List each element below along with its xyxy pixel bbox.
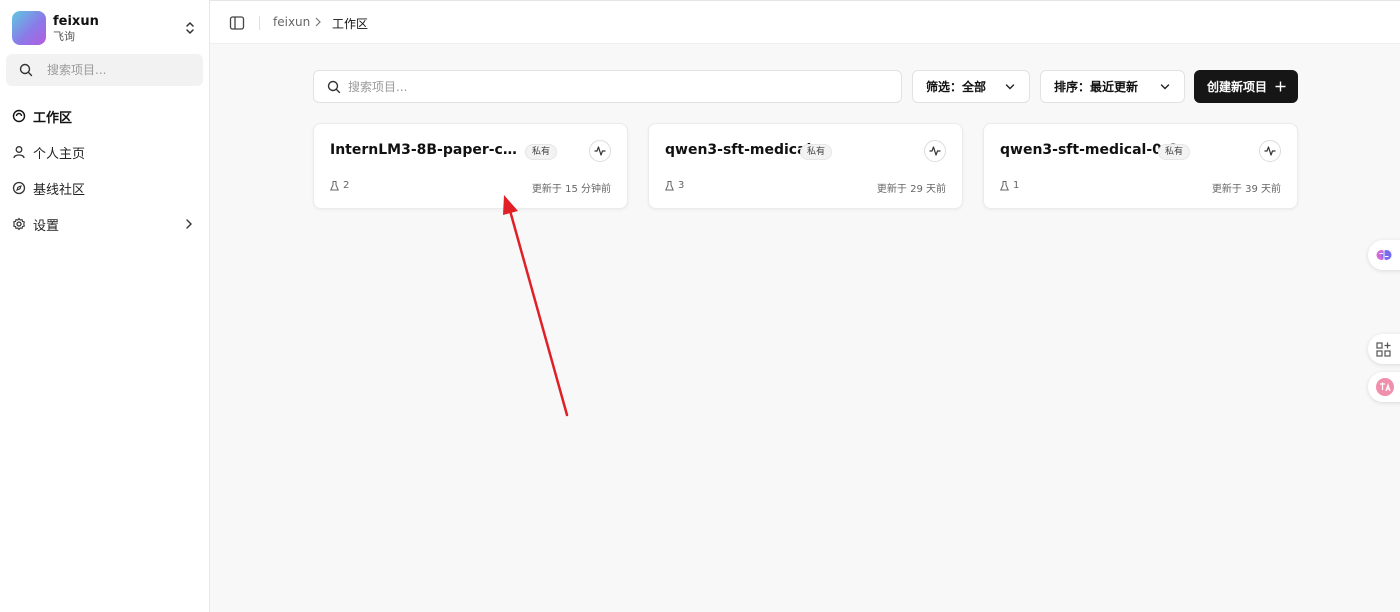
activity-icon	[929, 146, 941, 156]
activity-icon	[1264, 146, 1276, 156]
team-name: feixun	[53, 13, 99, 29]
visibility-badge: 私有	[800, 144, 833, 160]
project-search-input[interactable]	[348, 79, 848, 94]
experiment-count-value: 3	[678, 180, 685, 191]
team-subtitle: 飞询	[53, 29, 75, 43]
annotation-arrow	[503, 195, 569, 417]
project-card[interactable]: InternLM3-8B-paper-clas… 私有 2 更新于 15 分钟前	[313, 123, 628, 209]
plus-icon	[1275, 81, 1286, 92]
project-name[interactable]: qwen3-sft-medical-0.6	[1000, 142, 1177, 158]
avatar	[12, 11, 46, 45]
experiment-count: 1	[1000, 180, 1019, 191]
experiment-count-value: 2	[343, 180, 350, 191]
sort-label: 排序：最近更新	[1054, 80, 1139, 94]
sidebar-search[interactable]	[6, 54, 203, 86]
sort-select[interactable]: 排序：最近更新	[1040, 70, 1185, 103]
chevron-right-icon	[315, 17, 321, 27]
project-name[interactable]: qwen3-sft-medical	[665, 142, 811, 158]
create-project-label: 创建新项目	[1207, 80, 1268, 94]
experiment-count: 3	[665, 180, 684, 191]
activity-button[interactable]	[589, 140, 611, 162]
sidebar: feixun 飞询 工作区 个人主页 基线社区	[0, 0, 210, 612]
translate-icon	[1376, 378, 1394, 396]
chevron-down-icon	[1005, 84, 1015, 90]
visibility-badge: 私有	[525, 144, 558, 160]
main-content: 筛选：全部 排序：最近更新 创建新项目 InternLM3-8B-paper-c…	[210, 44, 1400, 612]
create-project-button[interactable]: 创建新项目	[1194, 70, 1298, 103]
sidebar-item-label: 个人主页	[33, 146, 86, 162]
flask-icon	[330, 180, 339, 190]
sidebar-toggle-icon[interactable]	[229, 15, 245, 31]
divider	[259, 16, 260, 30]
chevron-up-down-icon[interactable]	[184, 20, 196, 36]
project-search[interactable]	[313, 70, 902, 103]
project-card[interactable]: qwen3-sft-medical 私有 3 更新于 29 天前	[648, 123, 963, 209]
activity-icon	[594, 146, 606, 156]
apps-add-icon	[1376, 341, 1391, 357]
sidebar-item-workspace[interactable]: 工作区	[12, 104, 198, 128]
sidebar-search-input[interactable]	[47, 63, 187, 77]
gear-icon	[13, 217, 25, 231]
sidebar-item-label: 基线社区	[33, 182, 86, 198]
filter-select[interactable]: 筛选：全部	[912, 70, 1030, 103]
experiment-count-value: 1	[1013, 180, 1020, 191]
project-card[interactable]: qwen3-sft-medical-0.6 私有 1 更新于 39 天前	[983, 123, 1298, 209]
visibility-badge: 私有	[1158, 144, 1191, 160]
project-name[interactable]: InternLM3-8B-paper-clas…	[330, 142, 520, 158]
activity-button[interactable]	[1259, 140, 1281, 162]
user-icon	[13, 146, 25, 159]
top-bar: feixun 工作区	[210, 0, 1400, 44]
updated-time: 更新于 39 天前	[1211, 184, 1281, 195]
filter-label: 筛选：全部	[926, 80, 987, 94]
sidebar-item-label: 工作区	[33, 110, 73, 126]
breadcrumb-current: 工作区	[332, 17, 369, 31]
flask-icon	[1000, 180, 1009, 190]
search-icon	[19, 63, 33, 77]
chevron-right-icon	[186, 219, 192, 229]
activity-button[interactable]	[924, 140, 946, 162]
sidebar-item-profile[interactable]: 个人主页	[12, 140, 198, 164]
translate-button[interactable]	[1368, 372, 1400, 402]
brain-icon	[1376, 250, 1392, 260]
sidebar-item-community[interactable]: 基线社区	[12, 176, 198, 200]
breadcrumb-team[interactable]: feixun	[273, 15, 310, 29]
search-icon	[327, 80, 341, 93]
apps-button[interactable]	[1368, 334, 1400, 364]
compass-icon	[12, 181, 26, 195]
updated-time: 更新于 29 天前	[876, 184, 946, 195]
workspace-icon	[12, 109, 26, 123]
flask-icon	[665, 180, 674, 190]
experiment-count: 2	[330, 180, 349, 191]
sidebar-item-label: 设置	[33, 218, 60, 234]
chevron-down-icon	[1160, 84, 1170, 90]
team-switcher[interactable]: feixun 飞询	[12, 11, 200, 45]
ai-assistant-button[interactable]	[1368, 240, 1400, 270]
sidebar-item-settings[interactable]: 设置	[12, 212, 198, 236]
